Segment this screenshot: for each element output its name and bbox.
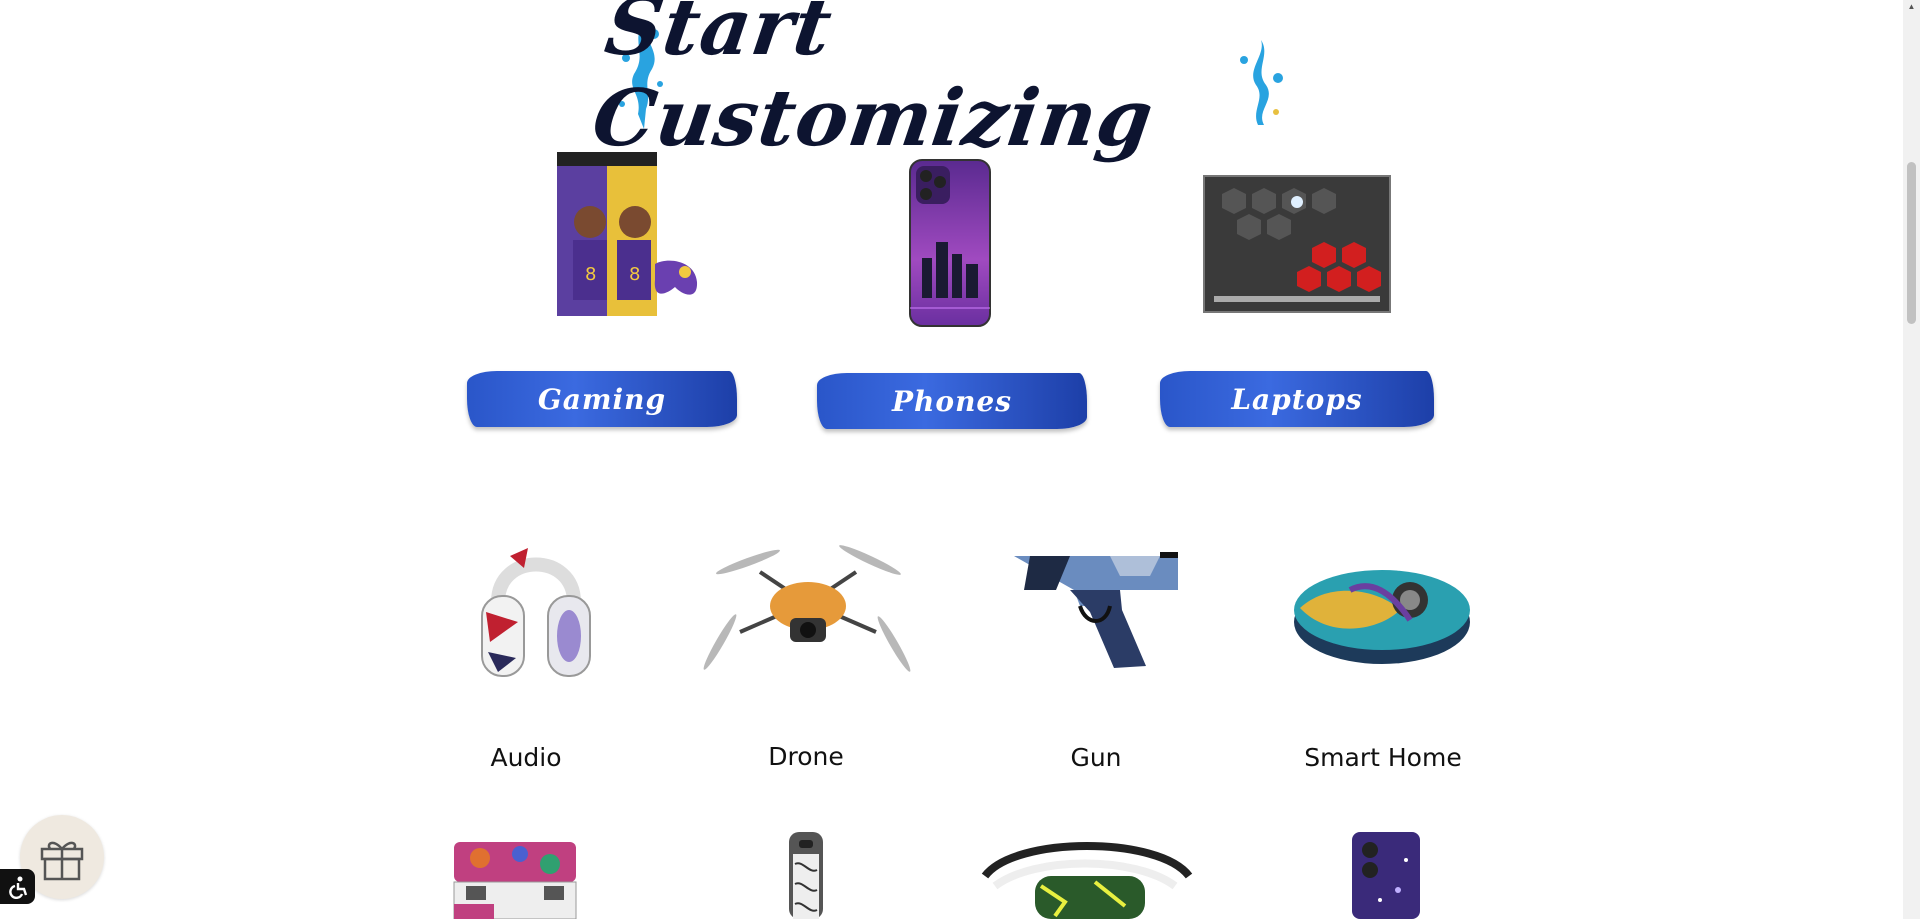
page-title: Start Customizing [587,0,1160,164]
phones-category-button[interactable]: Phones [817,373,1087,429]
cooler-skin-image[interactable] [450,838,580,919]
gun-category-link[interactable]: Gun [1036,743,1156,772]
audio-category-link[interactable]: Audio [466,743,586,772]
smart-home-category-link[interactable]: Smart Home [1283,743,1483,772]
gun-skin-image[interactable] [1010,546,1190,676]
svg-text:8: 8 [585,264,596,285]
accessibility-button[interactable] [0,869,35,904]
gaming-button-label: Gaming [537,382,667,416]
vape-skin-image[interactable] [783,830,829,919]
headphones-skin-image[interactable] [468,532,604,692]
scrollbar-thumb[interactable] [1907,162,1916,324]
audio-label: Audio [490,743,562,772]
accessibility-icon [8,876,27,899]
vr-headset-skin-image[interactable] [975,836,1199,919]
phone-case-skin-image[interactable] [1350,830,1422,919]
laptops-button-label: Laptops [1231,382,1363,416]
drone-skin-image[interactable] [690,532,926,672]
gun-label: Gun [1070,743,1122,772]
smart-home-label: Smart Home [1304,743,1462,772]
hero-heading: Start Customizing [587,0,1300,164]
robot-vacuum-skin-image[interactable] [1290,560,1476,670]
gaming-category-button[interactable]: Gaming [467,371,737,427]
phone-skin-image[interactable] [908,158,992,328]
laptop-skin-image[interactable] [1202,174,1392,314]
drone-label: Drone [768,742,844,771]
phones-button-label: Phones [891,384,1013,418]
page-scrollbar[interactable]: ▲ [1903,0,1920,919]
drone-category-link[interactable]: Drone [746,742,866,771]
gaming-console-skin-image[interactable]: 8 8 [555,152,700,320]
gift-icon [40,841,84,881]
laptops-category-button[interactable]: Laptops [1160,371,1434,427]
svg-text:8: 8 [629,264,640,285]
right-paint-splash-icon [1240,40,1283,125]
scroll-up-icon[interactable]: ▲ [1907,2,1916,11]
